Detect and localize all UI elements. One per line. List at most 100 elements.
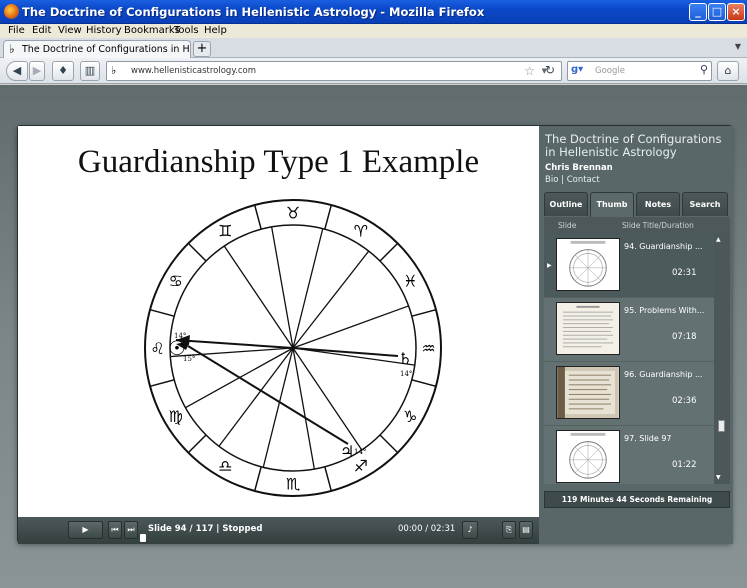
slide-thumbnail	[556, 366, 620, 419]
back-button[interactable]: ◀	[6, 61, 28, 81]
thumb-title: 96. Guardianship ...	[624, 370, 703, 379]
slide-thumbnail	[556, 238, 620, 291]
title-bar: The Doctrine of Configurations in Hellen…	[0, 0, 747, 24]
browser-tab[interactable]: ♭ The Doctrine of Configurations in Hell…	[3, 40, 191, 59]
thumb-title: 94. Guardianship ...	[624, 242, 703, 251]
attachment-icon[interactable]: ⎘	[502, 521, 516, 539]
minimize-button[interactable]: _	[689, 3, 707, 21]
menu-edit[interactable]: Edit	[32, 24, 51, 38]
next-slide-button[interactable]: ⏭	[124, 521, 138, 539]
current-slide-arrow-icon: ▶	[547, 262, 552, 269]
browser-window: The Doctrine of Configurations in Hellen…	[0, 0, 747, 588]
play-button[interactable]: ▶	[68, 521, 103, 539]
tab-outline[interactable]: Outline	[544, 192, 588, 216]
thumb-duration: 01:22	[672, 460, 697, 470]
tab-list-icon[interactable]: ▼	[735, 42, 741, 51]
thumb-duration: 02:31	[672, 268, 697, 278]
sign-glyph: ♉	[286, 204, 300, 223]
site-identity-icon: ♭	[111, 64, 117, 77]
sign-boundary-line	[324, 466, 333, 492]
menu-tools[interactable]: Tools	[174, 24, 199, 38]
volume-icon[interactable]: ♪	[462, 521, 478, 539]
presentation-title: The Doctrine of Configurations in Hellen…	[545, 132, 722, 159]
sign-boundary-line	[253, 204, 262, 230]
jupiter-degree: 14°	[354, 448, 366, 456]
bookmark-toolbar-icon[interactable]: ▥	[80, 61, 100, 81]
menu-file[interactable]: File	[8, 24, 25, 38]
sign-glyph: ♒	[421, 339, 435, 358]
search-bar[interactable]: g▾ Google ⚲	[567, 61, 712, 81]
bio-link[interactable]: Bio	[545, 175, 558, 185]
house-cusp-line	[292, 250, 370, 349]
thumb-duration: 07:18	[672, 332, 697, 342]
reload-icon[interactable]: ↻	[545, 63, 555, 77]
slide-title: Guardianship Type 1 Example	[77, 144, 480, 180]
search-icon[interactable]: ⚲	[700, 63, 708, 76]
planet-saturn: ♄	[398, 349, 412, 368]
sign-glyph: ♐	[354, 456, 368, 475]
sidebar-tabs: Outline Thumb Notes Search	[544, 192, 730, 217]
list-item[interactable]: 95. Problems With... 07:18	[544, 298, 714, 362]
time-remaining: 119 Minutes 44 Seconds Remaining	[544, 491, 730, 508]
scroll-down-icon[interactable]: ▼	[716, 474, 721, 481]
house-cusp-line	[292, 347, 315, 470]
sign-boundary-line	[411, 308, 437, 317]
col-title-duration: Slide Title/Duration	[622, 221, 694, 230]
thumb-duration: 02:36	[672, 396, 697, 406]
sign-boundary-line	[379, 242, 399, 262]
seek-handle[interactable]	[140, 534, 146, 542]
horoscope-chart: ♉♈♓♒♑♐♏♎♍♌♋♊ ☉ 14° 15° ♄ 14° ♃ 14°	[144, 199, 442, 497]
thumb-title: 95. Problems With...	[624, 306, 705, 315]
presenter-links: Bio | Contact	[545, 175, 600, 185]
tab-thumb[interactable]: Thumb	[590, 192, 634, 217]
presenter-name: Chris Brennan	[545, 163, 613, 173]
sign-glyph: ♊	[218, 222, 232, 241]
sign-glyph: ♋	[168, 271, 182, 290]
sign-boundary-line	[379, 434, 399, 454]
tab-bar: ♭ The Doctrine of Configurations in Hell…	[0, 38, 747, 59]
tab-label: The Doctrine of Configurations in Hellen…	[22, 44, 190, 55]
house-cusp-line	[292, 228, 324, 349]
sign-glyph: ♓	[403, 271, 417, 290]
home-button[interactable]: ⌂	[717, 61, 739, 81]
sign-glyph: ♌	[150, 339, 164, 358]
scroll-up-icon[interactable]: ▲	[716, 236, 721, 243]
slide-thumbnail	[556, 302, 620, 355]
thumb-list: ▶ 94. Guardianship ... 02:31 95. Problem…	[544, 234, 714, 484]
menu-help[interactable]: Help	[204, 24, 227, 38]
col-slide: Slide	[558, 221, 577, 230]
thumb-list-scrollbar[interactable]: ▲ ▼	[714, 234, 730, 484]
sign-glyph: ♏	[286, 475, 300, 494]
list-item[interactable]: ▶ 94. Guardianship ... 02:31	[544, 234, 714, 298]
contact-link[interactable]: Contact	[567, 175, 600, 185]
list-item[interactable]: 96. Guardianship ... 02:36	[544, 362, 714, 426]
presentation-player: Guardianship Type 1 Example ♉ ♈ ♓ ♒ ♑ ♐ ♏ ♎ ♍ ♌ ♋ ♊…	[17, 125, 733, 544]
menu-history[interactable]: History	[86, 24, 122, 38]
menu-bookmarks[interactable]: Bookmarks	[124, 24, 180, 38]
sign-glyph: ♑	[403, 407, 417, 426]
menu-view[interactable]: View	[58, 24, 82, 38]
list-item[interactable]: 97. Slide 97 01:22	[544, 426, 714, 484]
planet-jupiter: ♃	[340, 442, 354, 461]
google-search-engine-icon[interactable]: g▾	[571, 64, 583, 75]
close-button[interactable]: ×	[727, 3, 745, 21]
sign-boundary-line	[253, 466, 262, 492]
scroll-thumb[interactable]	[718, 420, 725, 432]
tab-search[interactable]: Search	[682, 192, 728, 216]
forward-button[interactable]: ▶	[29, 61, 45, 81]
new-tab-button[interactable]: +	[193, 41, 211, 57]
address-bar[interactable]: ♭ www.hellenisticastrology.com ☆ ▼	[106, 61, 562, 81]
bookmark-star-icon[interactable]: ☆	[524, 64, 535, 78]
tab-notes[interactable]: Notes	[636, 192, 680, 216]
thumb-list-header: Slide Slide Title/Duration	[544, 217, 730, 234]
addon-icon[interactable]: ♦	[52, 61, 74, 81]
layout-toggle-icon[interactable]: ▤	[519, 521, 533, 539]
site-favicon-icon: ♭	[9, 42, 15, 56]
thumb-title: 97. Slide 97	[624, 434, 672, 443]
house-cusp-line	[292, 347, 363, 451]
previous-slide-button[interactable]: ⏮	[108, 521, 122, 539]
asc-degree: 14°	[174, 332, 186, 340]
playback-time: 00:00 / 02:31	[398, 524, 456, 534]
search-placeholder: Google	[595, 66, 625, 76]
maximize-button[interactable]: □	[708, 3, 726, 21]
